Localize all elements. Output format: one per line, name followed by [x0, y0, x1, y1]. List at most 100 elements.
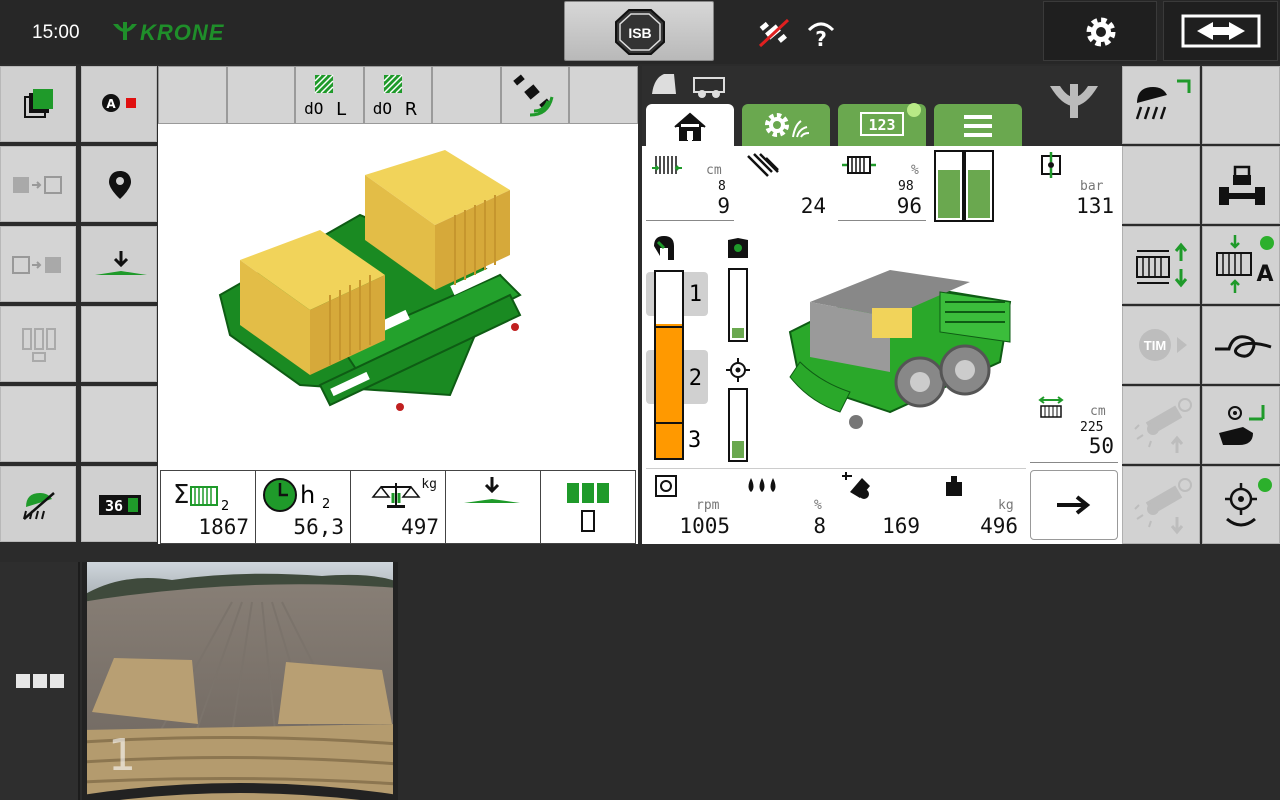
brand-name: KRONE	[140, 20, 225, 45]
svg-text:TIM: TIM	[1144, 338, 1166, 353]
settings-button[interactable]	[1043, 1, 1157, 61]
auto-density-icon: A	[1216, 235, 1274, 293]
more-dots-icon	[16, 674, 64, 688]
counter-display-button[interactable]: 36	[81, 466, 157, 542]
total-bales-value: 1867	[198, 515, 249, 539]
bale-count-value: 169	[882, 514, 920, 538]
left-pedal-glyph: dO	[304, 99, 324, 118]
auto-mode-button[interactable]: A	[81, 66, 157, 142]
hatched-square-icon	[314, 74, 334, 94]
weight-unit-right: kg	[998, 498, 1014, 513]
work-light-off-button[interactable]	[0, 466, 76, 542]
clock: 15:00	[32, 22, 80, 43]
isb-button[interactable]: ISB	[564, 1, 714, 61]
pre-chamber-icon	[654, 236, 674, 260]
tab-home[interactable]	[646, 104, 734, 146]
left-pedal-button[interactable]: dO L	[295, 66, 364, 124]
pickup-float-button[interactable]	[1202, 466, 1280, 544]
isb-octagon-icon: ISB	[615, 9, 665, 55]
chamber-fill-gauge	[654, 270, 684, 460]
bale-stack-button[interactable]	[0, 306, 76, 382]
empty-button-1[interactable]	[81, 306, 157, 382]
pickup-raise-button[interactable]	[1122, 386, 1200, 464]
bale-density-adjust-button[interactable]	[1122, 226, 1200, 304]
help-wifi-icon[interactable]: ?	[806, 20, 836, 52]
bale-slots-cell	[541, 471, 635, 543]
location-button[interactable]	[81, 146, 157, 222]
pressure-bar-left-fill	[938, 170, 960, 218]
knotter-button[interactable]	[1202, 306, 1280, 384]
krone-logo: KRONE	[110, 20, 224, 46]
swap-screens-button[interactable]	[1163, 1, 1278, 61]
chamber-level-1-label: 1	[688, 282, 702, 307]
toolbar-slot-5[interactable]	[432, 66, 501, 124]
chamber-marker-2	[656, 422, 682, 424]
plunger-unit: cm	[706, 163, 722, 178]
toolbar-slot-1[interactable]	[158, 66, 227, 124]
camera-menu-button[interactable]	[0, 562, 80, 800]
pressure-bar-left	[934, 150, 964, 222]
svg-text:ISB: ISB	[628, 25, 651, 41]
knotter-twine-icon	[747, 153, 779, 177]
chamber-level-3-label: 3	[688, 428, 702, 453]
svg-text:36: 36	[105, 497, 123, 515]
right-pedal-glyph: dO	[372, 99, 392, 118]
operating-hours-cell: h 2 56,3	[256, 471, 351, 543]
total-bales-cell: Σ 2 1867	[161, 471, 256, 543]
transfer-left-icon	[12, 256, 61, 274]
empty-right-button-2[interactable]	[1122, 146, 1200, 224]
left-pedal-label: L	[336, 99, 347, 120]
bale-chute-illustration	[218, 150, 522, 411]
work-lights-button[interactable]	[1122, 66, 1200, 144]
axle-lock-button[interactable]	[1202, 146, 1280, 224]
arrow-right-icon	[1057, 495, 1091, 515]
krone-emblem-icon	[1050, 84, 1098, 118]
bale-group-icon	[22, 328, 56, 362]
pickup-lower-button[interactable]	[1122, 466, 1200, 544]
chamber-fill-bar	[656, 324, 682, 458]
transfer-left-button[interactable]	[0, 146, 76, 222]
plunger-setpoint: 8	[718, 179, 726, 194]
bale-length-setpoint: 225	[1080, 420, 1104, 435]
density-setpoint: 98	[898, 179, 914, 194]
rear-camera-view[interactable]: 1	[82, 562, 398, 800]
gps-off-icon	[758, 18, 790, 52]
hatched-square-icon	[383, 74, 403, 94]
baler-illustration	[788, 270, 1012, 429]
tim-button[interactable]: TIM	[1122, 306, 1200, 384]
lower-button[interactable]	[81, 226, 157, 302]
next-page-button[interactable]	[1030, 470, 1118, 540]
counter-123-icon: 123	[860, 112, 904, 136]
empty-right-button-1[interactable]	[1202, 66, 1280, 144]
empty-button-3[interactable]	[81, 386, 157, 462]
toolbar-slot-7[interactable]	[569, 66, 639, 124]
plunger-value: 9	[717, 194, 730, 218]
transfer-right-button[interactable]	[0, 226, 76, 302]
right-pedal-button[interactable]: dO R	[363, 66, 433, 124]
status-dot-icon	[907, 103, 921, 117]
bale-counter-button[interactable]	[0, 66, 76, 142]
swap-arrows-icon	[1181, 14, 1261, 48]
plunger-stroke-icon	[652, 156, 682, 174]
tab-counters[interactable]: 123	[838, 103, 926, 146]
pickup-position-button[interactable]	[1202, 386, 1280, 464]
right-pedal-label: R	[404, 99, 418, 120]
toolbar-slot-2[interactable]	[226, 66, 296, 124]
work-light-off-icon	[23, 492, 55, 520]
pressure-bar-right	[964, 150, 994, 222]
gear-crop-icon	[765, 113, 810, 138]
tab-menu[interactable]	[934, 104, 1022, 146]
empty-button-2[interactable]	[0, 386, 76, 462]
transfer-right-icon	[13, 176, 62, 194]
satellite-button[interactable]	[500, 66, 570, 124]
pressure-value: 131	[1076, 194, 1114, 218]
tab-settings[interactable]	[742, 104, 830, 146]
hours-value: 56,3	[293, 515, 344, 539]
location-pin-icon	[109, 171, 131, 199]
clock-icon	[263, 478, 297, 512]
pickup-lower-icon	[1134, 478, 1192, 535]
weight-unit: kg	[421, 477, 437, 492]
moisture-gauge-fill	[732, 327, 744, 338]
auto-density-button[interactable]: A	[1202, 226, 1280, 304]
bale-weight-sensor-icon	[842, 472, 870, 499]
